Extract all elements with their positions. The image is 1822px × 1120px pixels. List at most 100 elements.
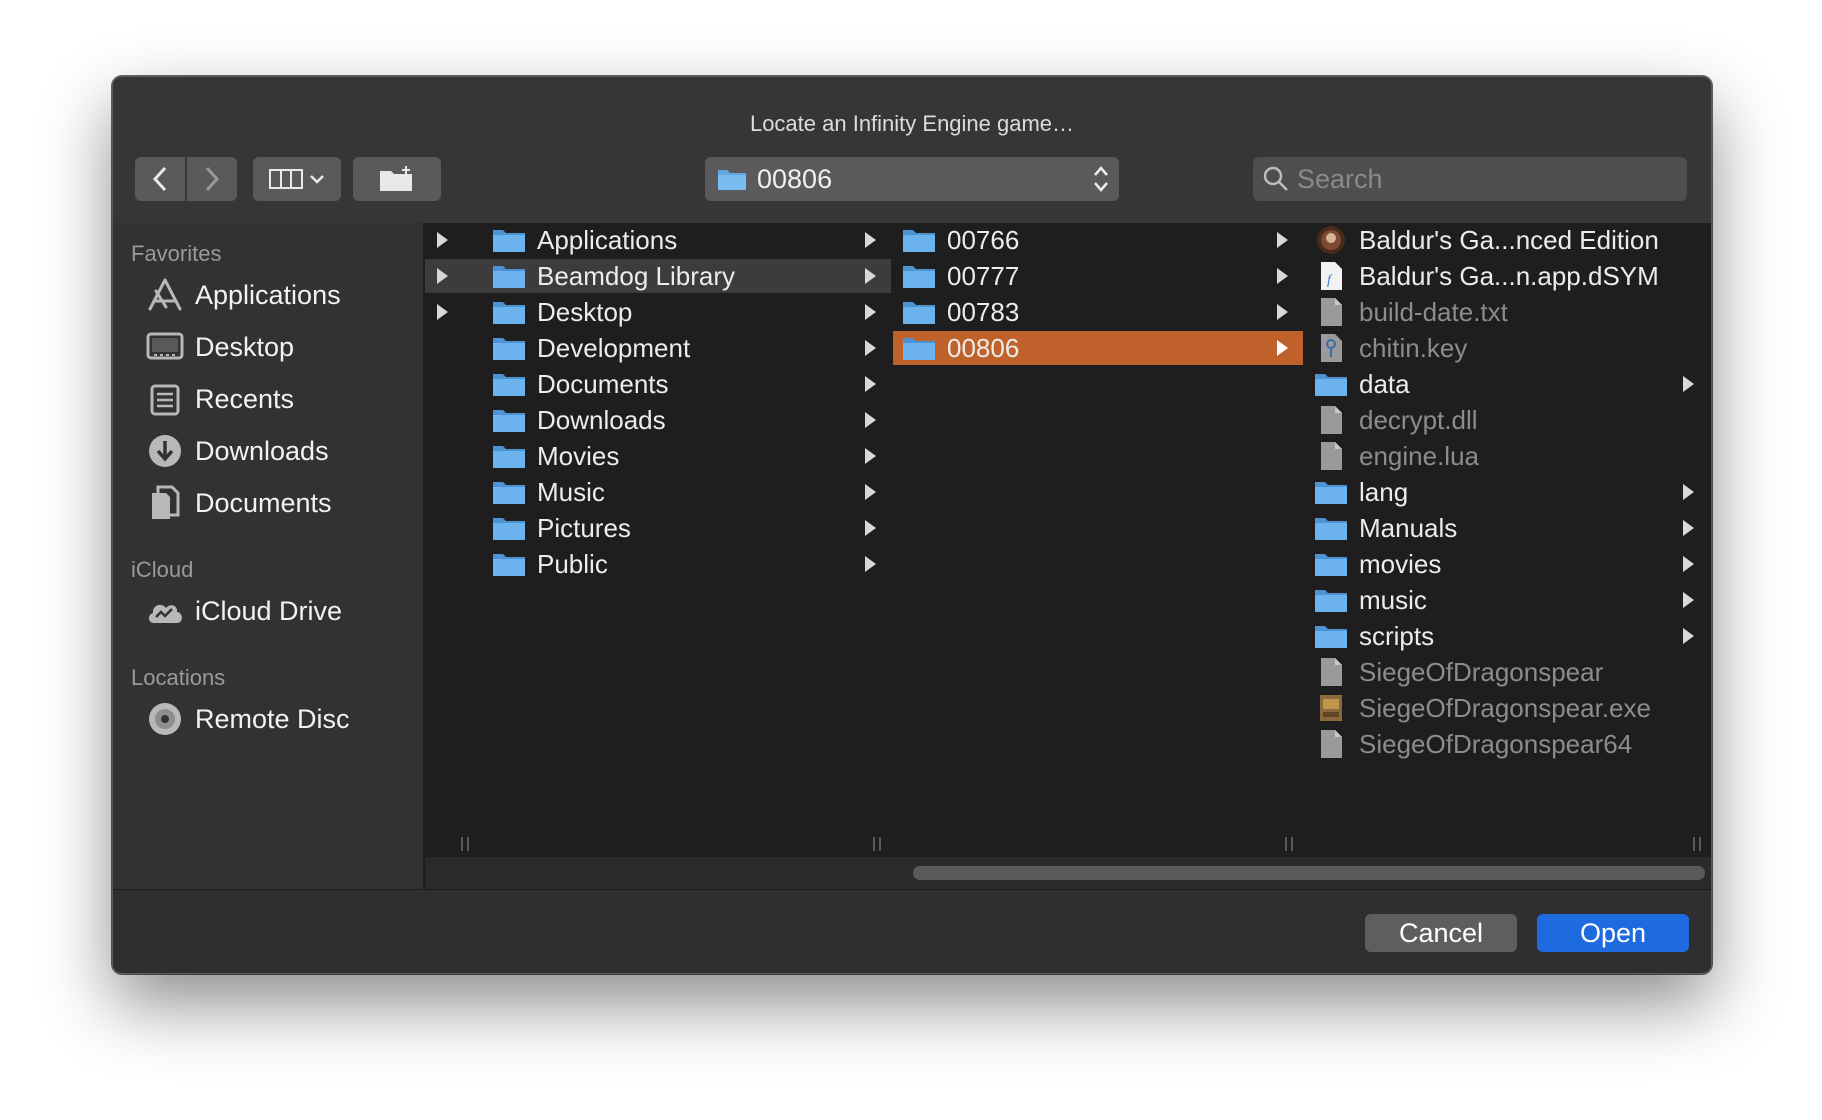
list-item[interactable]: Manuals (1305, 511, 1709, 545)
list-item[interactable] (425, 223, 483, 257)
forward-button[interactable] (187, 157, 237, 201)
list-item[interactable]: 00806 (893, 331, 1303, 365)
list-item[interactable]: f Baldur's Ga...n.app.dSYM (1305, 259, 1709, 293)
column-root (425, 223, 484, 857)
back-button[interactable] (135, 157, 185, 201)
list-item[interactable]: Baldur's Ga...nced Edition (1305, 223, 1709, 257)
disclosure-arrow-icon (865, 376, 876, 392)
list-item[interactable]: Desktop (483, 295, 891, 329)
list-item[interactable]: scripts (1305, 619, 1709, 653)
list-item[interactable]: build-date.txt (1305, 295, 1709, 329)
path-popup-label: 00806 (757, 163, 833, 194)
column-resize-handle[interactable] (1693, 837, 1701, 851)
list-item-label: 00777 (947, 260, 1020, 291)
disclosure-arrow-icon (437, 268, 448, 284)
list-item-label: chitin.key (1359, 332, 1468, 363)
search-field[interactable] (1253, 157, 1687, 201)
list-item[interactable]: Music (483, 475, 891, 509)
column-resize-handle[interactable] (873, 837, 881, 851)
list-item[interactable]: 00766 (893, 223, 1303, 257)
list-item[interactable]: Downloads (483, 403, 891, 437)
chevron-right-icon (205, 166, 220, 192)
list-item[interactable] (425, 259, 483, 293)
path-popup[interactable]: 00806 (705, 157, 1119, 201)
folder-icon (901, 261, 937, 291)
documents-icon (145, 483, 185, 523)
sidebar-item-desktop[interactable]: Desktop (145, 325, 294, 369)
disclosure-arrow-icon (865, 484, 876, 500)
open-button[interactable]: Open (1537, 914, 1689, 952)
list-item[interactable]: 00777 (893, 259, 1303, 293)
list-item[interactable]: chitin.key (1305, 331, 1709, 365)
disclosure-arrow-icon (865, 340, 876, 356)
list-item[interactable]: 00783 (893, 295, 1303, 329)
disclosure-arrow-icon (865, 268, 876, 284)
list-item[interactable]: lang (1305, 475, 1709, 509)
disclosure-arrow-icon (1277, 340, 1288, 356)
folder-icon (491, 549, 527, 579)
list-item-label: 00806 (947, 332, 1020, 363)
sidebar-item-label: Applications (195, 279, 341, 310)
cancel-button[interactable]: Cancel (1365, 914, 1517, 952)
list-item[interactable] (425, 295, 483, 329)
list-item[interactable]: Pictures (483, 511, 891, 545)
list-item[interactable]: Applications (483, 223, 891, 257)
column-resize-handle[interactable] (1285, 837, 1293, 851)
column-resize-handle[interactable] (461, 837, 469, 851)
list-item[interactable]: Beamdog Library (483, 259, 891, 293)
list-item[interactable]: Movies (483, 439, 891, 473)
applications-icon (145, 275, 185, 315)
sidebar-item-icloud-drive[interactable]: iCloud Drive (145, 589, 342, 633)
list-item[interactable]: data (1305, 367, 1709, 401)
disclosure-arrow-icon (1683, 376, 1694, 392)
sidebar-item-remote-disc[interactable]: Remote Disc (145, 697, 350, 741)
list-item-label: Desktop (537, 296, 633, 327)
list-item[interactable]: SiegeOfDragonspear64 (1305, 727, 1709, 761)
disclosure-arrow-icon (437, 232, 448, 248)
list-item-label: Music (537, 476, 605, 507)
new-folder-button[interactable] (353, 157, 441, 201)
horizontal-scrollbar[interactable] (425, 857, 1711, 889)
folder-icon (1313, 369, 1349, 399)
disclosure-arrow-icon (865, 448, 876, 464)
list-item[interactable]: Documents (483, 367, 891, 401)
list-item[interactable]: SiegeOfDragonspear (1305, 655, 1709, 689)
sidebar-heading-icloud: iCloud (131, 557, 194, 582)
list-item[interactable]: music (1305, 583, 1709, 617)
sidebar-item-applications[interactable]: Applications (145, 273, 341, 317)
list-item-label: Applications (537, 224, 678, 255)
folder-icon (1313, 513, 1349, 543)
dialog-title: Locate an Infinity Engine game… (749, 111, 1075, 136)
folder-icon (491, 405, 527, 435)
sidebar-item-label: Desktop (195, 331, 295, 362)
document-icon (1313, 729, 1349, 759)
list-item[interactable]: Development (483, 331, 891, 365)
list-item-label: Pictures (537, 512, 631, 543)
folder-icon (491, 441, 527, 471)
folder-icon (1313, 621, 1349, 651)
list-item[interactable]: Public (483, 547, 891, 581)
search-input[interactable] (1295, 162, 1659, 196)
scrollbar-thumb[interactable] (913, 866, 1705, 880)
list-item-label: Baldur's Ga...nced Edition (1359, 224, 1659, 255)
list-item[interactable]: decrypt.dll (1305, 403, 1709, 437)
list-item-label: music (1359, 584, 1427, 615)
folder-icon (491, 477, 527, 507)
list-item[interactable]: SiegeOfDragonspear.exe (1305, 691, 1709, 725)
disclosure-arrow-icon (437, 304, 448, 320)
sidebar-item-recents[interactable]: Recents (145, 377, 294, 421)
list-item-label: build-date.txt (1359, 296, 1508, 327)
sidebar-item-label: Recents (195, 383, 295, 414)
list-item[interactable]: movies (1305, 547, 1709, 581)
view-mode-button[interactable] (253, 157, 341, 201)
folder-icon (491, 261, 527, 291)
list-item-label: Documents (537, 368, 669, 399)
sidebar-heading-favorites: Favorites (131, 241, 222, 266)
disclosure-arrow-icon (865, 412, 876, 428)
sidebar-item-documents[interactable]: Documents (145, 481, 332, 525)
sidebar-item-downloads[interactable]: Downloads (145, 429, 329, 473)
disclosure-arrow-icon (1683, 556, 1694, 572)
list-item-label: Downloads (537, 404, 666, 435)
list-item-label: Public (537, 548, 608, 579)
list-item[interactable]: engine.lua (1305, 439, 1709, 473)
